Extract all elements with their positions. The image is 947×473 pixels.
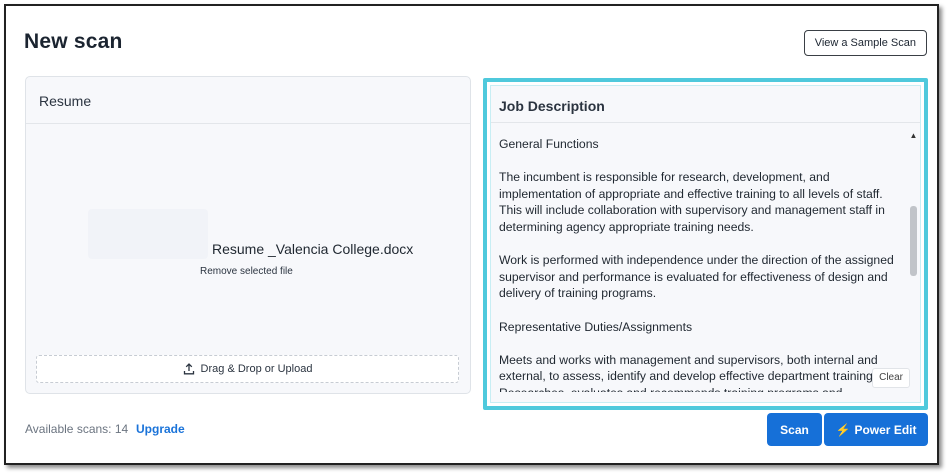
job-paragraph: Work is performed with independence unde… — [499, 253, 894, 301]
job-description-scrollbar[interactable]: ▲ — [909, 132, 918, 390]
upload-icon — [183, 363, 194, 375]
resume-panel-header: Resume — [26, 77, 470, 124]
job-paragraph: The incumbent is responsible for researc… — [499, 170, 885, 234]
upload-label: Drag & Drop or Upload — [200, 363, 313, 375]
available-scans-count: Available scans: 14 — [25, 422, 129, 436]
job-description-header: Job Description — [491, 86, 920, 123]
power-edit-label: Power Edit — [854, 422, 917, 437]
job-paragraph: Representative Duties/Assignments — [499, 319, 693, 334]
scroll-thumb[interactable] — [910, 206, 917, 276]
view-sample-scan-button[interactable]: View a Sample Scan — [803, 30, 927, 56]
job-paragraph: Meets and works with management and supe… — [499, 352, 878, 392]
page-title: New scan — [24, 30, 123, 53]
remove-selected-file-link[interactable]: Remove selected file — [200, 266, 293, 277]
scan-button[interactable]: Scan — [767, 413, 822, 446]
job-description-inner: Job Description General Functions The in… — [490, 85, 921, 403]
resume-panel: Resume Resume _Valencia College.docx Rem… — [25, 76, 471, 394]
file-preview-placeholder — [88, 209, 208, 259]
selected-file-name: Resume _Valencia College.docx — [212, 241, 414, 257]
power-edit-button[interactable]: ⚡ Power Edit — [824, 413, 928, 446]
upgrade-link[interactable]: Upgrade — [136, 422, 185, 436]
job-paragraph: General Functions — [499, 137, 599, 151]
app-window: New scan View a Sample Scan Resume Resum… — [4, 4, 939, 465]
job-description-panel: Job Description General Functions The in… — [483, 78, 928, 410]
upload-dropzone[interactable]: Drag & Drop or Upload — [36, 355, 459, 383]
lightning-bolt-icon: ⚡ — [835, 422, 851, 437]
job-description-textarea[interactable]: General Functions The incumbent is respo… — [499, 136, 897, 392]
scroll-up-arrow-icon[interactable]: ▲ — [909, 132, 918, 140]
clear-button[interactable]: Clear — [872, 368, 910, 388]
